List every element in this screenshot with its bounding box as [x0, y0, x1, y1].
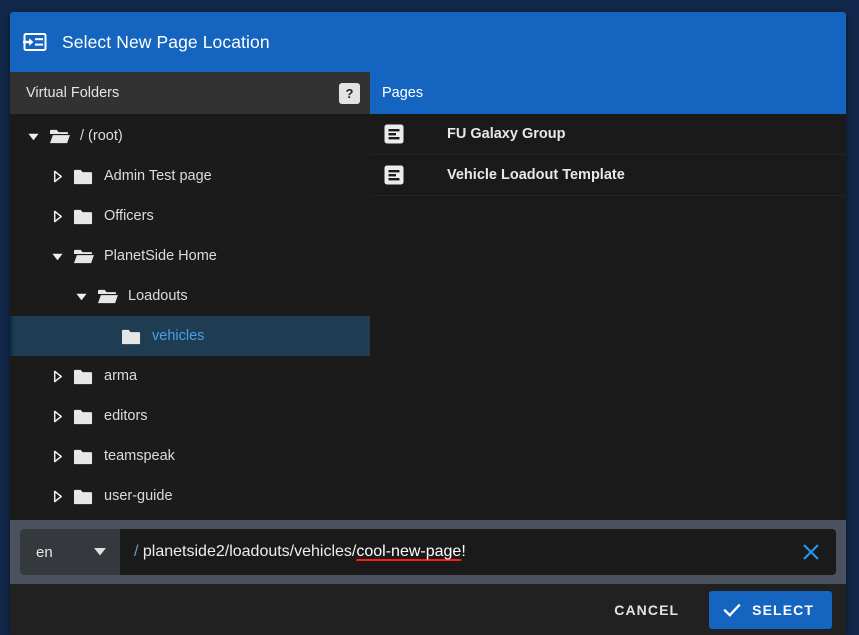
tree-item-editors[interactable]: editors — [10, 396, 370, 436]
dialog-title: Select New Page Location — [62, 31, 270, 52]
pages-title: Pages — [382, 85, 424, 101]
close-icon[interactable] — [798, 539, 824, 565]
page-list-item[interactable]: FU Galaxy Group — [370, 114, 846, 155]
tree-item-label: Loadouts — [128, 288, 188, 304]
tree-item-label: editors — [104, 408, 148, 424]
tree-item-label: PlanetSide Home — [104, 248, 217, 264]
page-list-item[interactable]: Vehicle Loadout Template — [370, 155, 846, 196]
page-icon — [384, 124, 404, 144]
dialog-titlebar: Select New Page Location — [10, 12, 846, 72]
folder-tree: / (root) Admin Test page Officers PlanetSid… — [10, 114, 370, 520]
help-icon[interactable]: ? — [339, 82, 360, 104]
path-base: planetside2/loadouts/vehicles/ — [138, 543, 357, 560]
tree-item-loadouts[interactable]: Loadouts — [10, 276, 370, 316]
tree-item-planetside-home[interactable]: PlanetSide Home — [10, 236, 370, 276]
tree-item-label: Admin Test page — [104, 168, 212, 184]
folder-icon — [72, 445, 94, 467]
tree-item-label: / (root) — [80, 128, 123, 144]
path-input[interactable]: / planetside2/loadouts/vehicles/cool-new… — [120, 529, 836, 575]
caret-right-icon[interactable] — [48, 207, 66, 225]
cancel-button[interactable]: CANCEL — [598, 592, 695, 628]
tree-item-arma[interactable]: arma — [10, 356, 370, 396]
folder-icon — [120, 325, 142, 347]
page-icon — [384, 165, 404, 185]
tree-item-vehicles[interactable]: vehicles — [10, 316, 370, 356]
dialog-columns: Virtual Folders ? / (root) Admin Test pag… — [10, 72, 846, 520]
pages-list: FU Galaxy Group Vehicle Loadout Template — [370, 114, 846, 520]
tree-item-label: teamspeak — [104, 448, 175, 464]
path-suffix: ! — [461, 543, 466, 560]
folder-open-icon — [72, 245, 94, 267]
caret-right-icon[interactable] — [48, 487, 66, 505]
folder-icon — [72, 405, 94, 427]
chevron-down-icon — [94, 543, 106, 561]
select-button-label: SELECT — [752, 601, 814, 618]
dialog-footer: CANCEL SELECT — [10, 584, 846, 635]
virtual-folders-panel: Virtual Folders ? / (root) Admin Test pag… — [10, 72, 370, 520]
tree-item-officers[interactable]: Officers — [10, 196, 370, 236]
tree-item-label: vehicles — [152, 328, 205, 344]
path-input-value: / planetside2/loadouts/vehicles/cool-new… — [134, 543, 798, 561]
tree-item-label: user-guide — [104, 488, 173, 504]
folder-icon — [72, 365, 94, 387]
folder-open-icon — [96, 285, 118, 307]
caret-down-icon[interactable] — [24, 127, 42, 145]
locale-select[interactable]: en — [20, 529, 120, 575]
folder-icon — [72, 485, 94, 507]
path-new-segment: cool-new-page — [356, 543, 462, 560]
virtual-folders-title: Virtual Folders — [26, 85, 120, 101]
caret-down-icon[interactable] — [48, 247, 66, 265]
caret-right-icon[interactable] — [48, 167, 66, 185]
select-page-location-dialog: Select New Page Location Virtual Folders… — [10, 12, 846, 635]
tree-item-user-guide[interactable]: user-guide — [10, 476, 370, 516]
page-list-item-label: Vehicle Loadout Template — [447, 167, 625, 183]
caret-right-icon[interactable] — [48, 407, 66, 425]
path-bar: en / planetside2/loadouts/vehicles/cool-… — [10, 520, 846, 584]
pages-panel: Pages FU Galaxy Group Vehicle Loadout Tem… — [370, 72, 846, 520]
folder-icon — [72, 205, 94, 227]
caret-right-icon[interactable] — [48, 447, 66, 465]
folder-open-icon — [48, 125, 70, 147]
tree-item-teamspeak[interactable]: teamspeak — [10, 436, 370, 476]
page-list-item-label: FU Galaxy Group — [447, 126, 566, 142]
tree-item-label: arma — [104, 368, 138, 384]
page-insert-icon — [22, 29, 48, 55]
locale-value: en — [36, 543, 53, 561]
tree-item-root[interactable]: / (root) — [10, 116, 370, 156]
folder-icon — [72, 165, 94, 187]
caret-down-icon[interactable] — [72, 287, 90, 305]
caret-right-icon[interactable] — [48, 367, 66, 385]
virtual-folders-header: Virtual Folders ? — [10, 72, 370, 114]
tree-item-label: Officers — [104, 208, 154, 224]
select-button[interactable]: SELECT — [709, 590, 832, 629]
tree-item-admin-test-page[interactable]: Admin Test page — [10, 156, 370, 196]
check-icon — [723, 601, 741, 619]
pages-header: Pages — [370, 72, 846, 114]
caret-spacer — [96, 327, 114, 345]
